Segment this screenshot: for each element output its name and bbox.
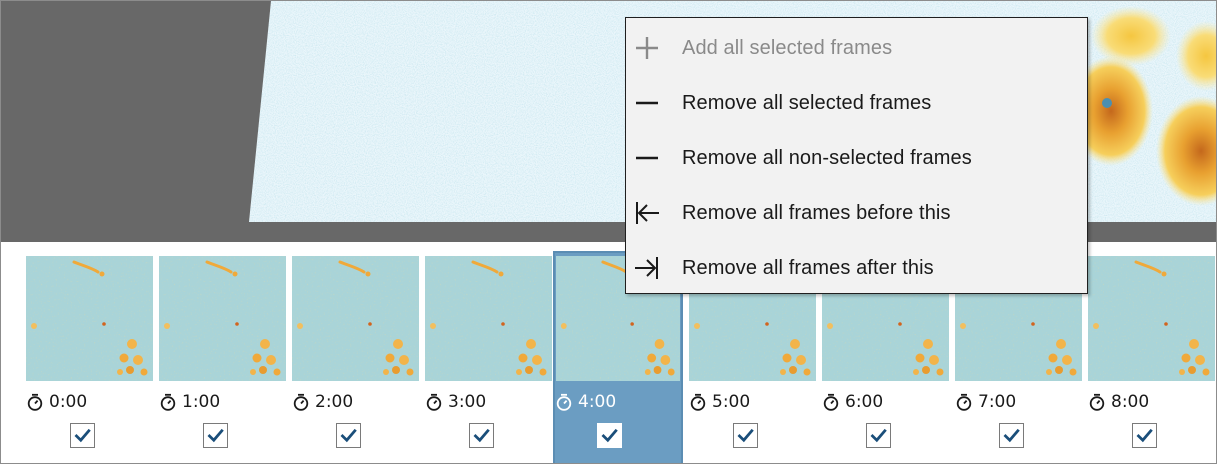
frame-duration: 4:00 — [555, 391, 616, 413]
checkmark-icon — [1137, 429, 1153, 442]
context-menu: Add all selected frames Remove all selec… — [625, 17, 1088, 294]
frame-item[interactable]: 8:00 — [1088, 251, 1217, 463]
frame-duration: 1:00 — [159, 391, 220, 413]
checkmark-icon — [208, 429, 224, 442]
duration-label: 3:00 — [448, 392, 487, 412]
checkmark-icon — [871, 429, 887, 442]
duration-label: 7:00 — [978, 392, 1017, 412]
frame-item[interactable]: 1:00 — [159, 251, 289, 463]
minus-icon — [636, 156, 658, 160]
duration-label: 4:00 — [578, 392, 617, 412]
frame-item[interactable]: 0:00 — [26, 251, 156, 463]
frame-item[interactable]: 3:00 — [425, 251, 555, 463]
frame-duration: 0:00 — [26, 391, 87, 413]
menu-item-remove-all-frames-before-this[interactable]: Remove all frames before this — [626, 186, 1087, 240]
menu-item-remove-all-non-selected-frames[interactable]: Remove all non-selected frames — [626, 131, 1087, 185]
stopwatch-icon — [160, 393, 176, 411]
frame-checkbox[interactable] — [336, 423, 361, 448]
stopwatch-icon — [956, 393, 972, 411]
frame-checkbox[interactable] — [866, 423, 891, 448]
duration-label: 8:00 — [1111, 392, 1150, 412]
frame-thumbnail[interactable] — [292, 256, 419, 381]
frame-checkbox[interactable] — [70, 423, 95, 448]
menu-item-label: Remove all frames before this — [682, 201, 951, 224]
checkmark-icon — [1004, 429, 1020, 442]
duration-label: 1:00 — [182, 392, 221, 412]
menu-item-remove-all-frames-after-this[interactable]: Remove all frames after this — [626, 241, 1087, 295]
stopwatch-icon — [293, 393, 309, 411]
duration-label: 5:00 — [712, 392, 751, 412]
stopwatch-icon — [556, 393, 572, 411]
checkmark-icon — [75, 429, 91, 442]
checkmark-icon — [602, 429, 618, 442]
menu-item-remove-all-selected-frames[interactable]: Remove all selected frames — [626, 76, 1087, 130]
frame-duration: 2:00 — [292, 391, 353, 413]
frame-item[interactable]: 2:00 — [292, 251, 422, 463]
frame-thumbnail[interactable] — [159, 256, 286, 381]
checkmark-icon — [341, 429, 357, 442]
duration-label: 0:00 — [49, 392, 88, 412]
duration-label: 2:00 — [315, 392, 354, 412]
frame-checkbox[interactable] — [203, 423, 228, 448]
checkmark-icon — [738, 429, 754, 442]
stopwatch-icon — [1089, 393, 1105, 411]
menu-item-label: Remove all selected frames — [682, 91, 932, 114]
arrow-left-to-bar-icon — [636, 202, 659, 224]
frame-checkbox[interactable] — [999, 423, 1024, 448]
frame-duration: 6:00 — [822, 391, 883, 413]
frame-checkbox[interactable] — [733, 423, 758, 448]
frame-editor-window: 0:00 1:00 2:00 3:00 4:00 5:00 6:00 7:00 … — [0, 0, 1217, 464]
stopwatch-icon — [690, 393, 706, 411]
duration-label: 6:00 — [845, 392, 884, 412]
frame-checkbox[interactable] — [1132, 423, 1157, 448]
menu-item-label: Add all selected frames — [682, 36, 893, 59]
plus-icon — [636, 37, 658, 59]
frame-duration: 5:00 — [689, 391, 750, 413]
frame-checkbox[interactable] — [469, 423, 494, 448]
menu-item-add-all-selected-frames[interactable]: Add all selected frames — [626, 21, 1087, 75]
frame-thumbnail[interactable] — [1088, 256, 1215, 381]
checkmark-icon — [474, 429, 490, 442]
stopwatch-icon — [823, 393, 839, 411]
stopwatch-icon — [426, 393, 442, 411]
frame-thumbnail[interactable] — [26, 256, 153, 381]
frame-checkbox[interactable] — [597, 423, 622, 448]
menu-item-label: Remove all non-selected frames — [682, 146, 972, 169]
frame-duration: 8:00 — [1088, 391, 1149, 413]
frame-duration: 7:00 — [955, 391, 1016, 413]
arrow-right-to-bar-icon — [635, 257, 658, 279]
menu-item-label: Remove all frames after this — [682, 256, 934, 279]
minus-icon — [636, 101, 658, 105]
stopwatch-icon — [27, 393, 43, 411]
frame-duration: 3:00 — [425, 391, 486, 413]
frame-thumbnail[interactable] — [425, 256, 552, 381]
